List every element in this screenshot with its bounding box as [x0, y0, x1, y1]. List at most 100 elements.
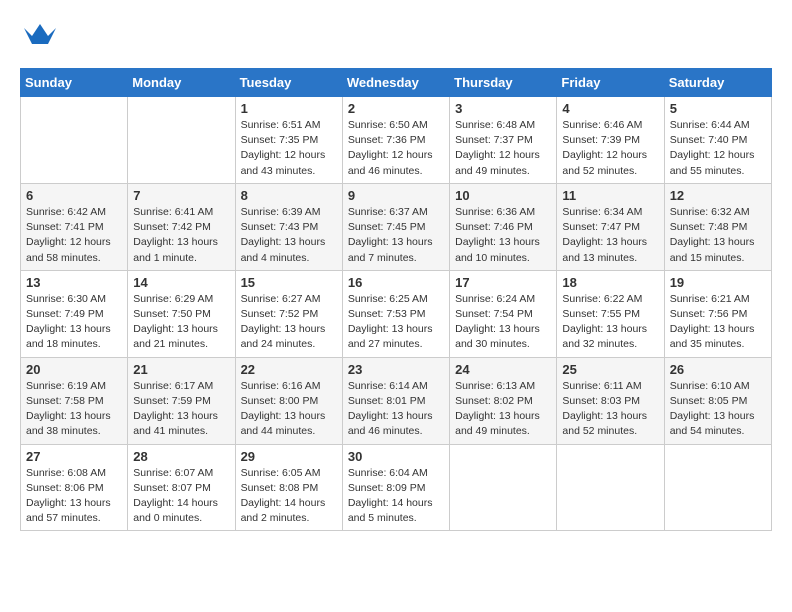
- calendar-cell: [128, 97, 235, 184]
- day-header: Thursday: [450, 69, 557, 97]
- calendar-cell: 15 Sunrise: 6:27 AMSunset: 7:52 PMDayligh…: [235, 270, 342, 357]
- day-number: 2: [348, 101, 444, 116]
- calendar-cell: 19Sunrise: 6:21 AMSunset: 7:56 PMDayligh…: [664, 270, 771, 357]
- calendar-cell: 4 Sunrise: 6:46 AMSunset: 7:39 PMDaylight…: [557, 97, 664, 184]
- day-info: Sunrise: 6:29 AMSunset: 7:50 PMDaylight:…: [133, 292, 229, 353]
- day-info: Sunrise: 6:46 AMSunset: 7:39 PMDaylight:…: [562, 118, 658, 179]
- calendar-cell: 2 Sunrise: 6:50 AMSunset: 7:36 PMDaylight…: [342, 97, 449, 184]
- calendar-cell: 5 Sunrise: 6:44 AMSunset: 7:40 PMDaylight…: [664, 97, 771, 184]
- calendar-cell: 20 Sunrise: 6:19 AMSunset: 7:58 PMDayligh…: [21, 357, 128, 444]
- day-number: 24: [455, 362, 551, 377]
- day-number: 21: [133, 362, 229, 377]
- day-info: Sunrise: 6:04 AMSunset: 8:09 PMDaylight:…: [348, 466, 444, 527]
- calendar-week-row: 20 Sunrise: 6:19 AMSunset: 7:58 PMDayligh…: [21, 357, 772, 444]
- calendar-cell: 17 Sunrise: 6:24 AMSunset: 7:54 PMDayligh…: [450, 270, 557, 357]
- day-info: Sunrise: 6:39 AMSunset: 7:43 PMDaylight:…: [241, 205, 337, 266]
- day-number: 28: [133, 449, 229, 464]
- day-number: 11: [562, 188, 658, 203]
- day-number: 10: [455, 188, 551, 203]
- calendar-header-row: SundayMondayTuesdayWednesdayThursdayFrid…: [21, 69, 772, 97]
- day-header: Wednesday: [342, 69, 449, 97]
- day-number: 1: [241, 101, 337, 116]
- day-number: 30: [348, 449, 444, 464]
- calendar-cell: 3 Sunrise: 6:48 AMSunset: 7:37 PMDaylight…: [450, 97, 557, 184]
- calendar-week-row: 27 Sunrise: 6:08 AMSunset: 8:06 PMDayligh…: [21, 444, 772, 531]
- calendar-cell: 26 Sunrise: 6:10 AMSunset: 8:05 PMDayligh…: [664, 357, 771, 444]
- day-number: 9: [348, 188, 444, 203]
- calendar-week-row: 13Sunrise: 6:30 AMSunset: 7:49 PMDayligh…: [21, 270, 772, 357]
- day-number: 3: [455, 101, 551, 116]
- calendar-cell: 28 Sunrise: 6:07 AMSunset: 8:07 PMDayligh…: [128, 444, 235, 531]
- calendar-cell: 30 Sunrise: 6:04 AMSunset: 8:09 PMDayligh…: [342, 444, 449, 531]
- day-info: Sunrise: 6:17 AMSunset: 7:59 PMDaylight:…: [133, 379, 229, 440]
- day-info: Sunrise: 6:41 AMSunset: 7:42 PMDaylight:…: [133, 205, 229, 266]
- day-info: Sunrise: 6:32 AMSunset: 7:48 PMDaylight:…: [670, 205, 766, 266]
- day-number: 25: [562, 362, 658, 377]
- calendar-cell: 18Sunrise: 6:22 AMSunset: 7:55 PMDayligh…: [557, 270, 664, 357]
- calendar-cell: 12 Sunrise: 6:32 AMSunset: 7:48 PMDayligh…: [664, 183, 771, 270]
- day-info: Sunrise: 6:50 AMSunset: 7:36 PMDaylight:…: [348, 118, 444, 179]
- day-header: Monday: [128, 69, 235, 97]
- calendar-cell: 13Sunrise: 6:30 AMSunset: 7:49 PMDayligh…: [21, 270, 128, 357]
- calendar-cell: 9 Sunrise: 6:37 AMSunset: 7:45 PMDaylight…: [342, 183, 449, 270]
- day-info: Sunrise: 6:19 AMSunset: 7:58 PMDaylight:…: [26, 379, 122, 440]
- calendar-cell: [557, 444, 664, 531]
- day-number: 16: [348, 275, 444, 290]
- day-number: 4: [562, 101, 658, 116]
- day-number: 20: [26, 362, 122, 377]
- day-number: 6: [26, 188, 122, 203]
- day-number: 12: [670, 188, 766, 203]
- day-info: Sunrise: 6:42 AMSunset: 7:41 PMDaylight:…: [26, 205, 122, 266]
- calendar-cell: [450, 444, 557, 531]
- calendar-cell: 21 Sunrise: 6:17 AMSunset: 7:59 PMDayligh…: [128, 357, 235, 444]
- logo-icon: [24, 20, 56, 52]
- day-header: Saturday: [664, 69, 771, 97]
- day-number: 27: [26, 449, 122, 464]
- calendar-week-row: 1 Sunrise: 6:51 AMSunset: 7:35 PMDaylight…: [21, 97, 772, 184]
- day-info: Sunrise: 6:10 AMSunset: 8:05 PMDaylight:…: [670, 379, 766, 440]
- day-number: 15: [241, 275, 337, 290]
- calendar-cell: 23 Sunrise: 6:14 AMSunset: 8:01 PMDayligh…: [342, 357, 449, 444]
- day-info: Sunrise: 6:34 AMSunset: 7:47 PMDaylight:…: [562, 205, 658, 266]
- day-header: Tuesday: [235, 69, 342, 97]
- day-info: Sunrise: 6:14 AMSunset: 8:01 PMDaylight:…: [348, 379, 444, 440]
- calendar-cell: 6 Sunrise: 6:42 AMSunset: 7:41 PMDaylight…: [21, 183, 128, 270]
- day-number: 5: [670, 101, 766, 116]
- day-info: Sunrise: 6:25 AMSunset: 7:53 PMDaylight:…: [348, 292, 444, 353]
- day-info: Sunrise: 6:07 AMSunset: 8:07 PMDaylight:…: [133, 466, 229, 527]
- day-info: Sunrise: 6:44 AMSunset: 7:40 PMDaylight:…: [670, 118, 766, 179]
- day-info: Sunrise: 6:48 AMSunset: 7:37 PMDaylight:…: [455, 118, 551, 179]
- calendar-table: SundayMondayTuesdayWednesdayThursdayFrid…: [20, 68, 772, 531]
- day-number: 23: [348, 362, 444, 377]
- day-info: Sunrise: 6:27 AMSunset: 7:52 PMDaylight:…: [241, 292, 337, 353]
- day-number: 17: [455, 275, 551, 290]
- calendar-cell: 27 Sunrise: 6:08 AMSunset: 8:06 PMDayligh…: [21, 444, 128, 531]
- calendar-week-row: 6 Sunrise: 6:42 AMSunset: 7:41 PMDaylight…: [21, 183, 772, 270]
- day-info: Sunrise: 6:51 AMSunset: 7:35 PMDaylight:…: [241, 118, 337, 179]
- calendar-cell: 25 Sunrise: 6:11 AMSunset: 8:03 PMDayligh…: [557, 357, 664, 444]
- day-number: 22: [241, 362, 337, 377]
- day-number: 29: [241, 449, 337, 464]
- day-info: Sunrise: 6:36 AMSunset: 7:46 PMDaylight:…: [455, 205, 551, 266]
- logo: [20, 20, 56, 52]
- day-number: 26: [670, 362, 766, 377]
- calendar-cell: [664, 444, 771, 531]
- day-info: Sunrise: 6:16 AMSunset: 8:00 PMDaylight:…: [241, 379, 337, 440]
- calendar-cell: 7 Sunrise: 6:41 AMSunset: 7:42 PMDaylight…: [128, 183, 235, 270]
- day-number: 7: [133, 188, 229, 203]
- calendar-cell: 16 Sunrise: 6:25 AMSunset: 7:53 PMDayligh…: [342, 270, 449, 357]
- day-header: Friday: [557, 69, 664, 97]
- day-info: Sunrise: 6:08 AMSunset: 8:06 PMDaylight:…: [26, 466, 122, 527]
- day-info: Sunrise: 6:05 AMSunset: 8:08 PMDaylight:…: [241, 466, 337, 527]
- calendar-cell: 24 Sunrise: 6:13 AMSunset: 8:02 PMDayligh…: [450, 357, 557, 444]
- calendar-cell: 29 Sunrise: 6:05 AMSunset: 8:08 PMDayligh…: [235, 444, 342, 531]
- calendar-cell: 22 Sunrise: 6:16 AMSunset: 8:00 PMDayligh…: [235, 357, 342, 444]
- day-info: Sunrise: 6:24 AMSunset: 7:54 PMDaylight:…: [455, 292, 551, 353]
- day-info: Sunrise: 6:22 AMSunset: 7:55 PMDaylight:…: [562, 292, 658, 353]
- day-info: Sunrise: 6:11 AMSunset: 8:03 PMDaylight:…: [562, 379, 658, 440]
- day-info: Sunrise: 6:37 AMSunset: 7:45 PMDaylight:…: [348, 205, 444, 266]
- day-info: Sunrise: 6:21 AMSunset: 7:56 PMDaylight:…: [670, 292, 766, 353]
- day-info: Sunrise: 6:13 AMSunset: 8:02 PMDaylight:…: [455, 379, 551, 440]
- calendar-cell: 11 Sunrise: 6:34 AMSunset: 7:47 PMDayligh…: [557, 183, 664, 270]
- day-number: 14: [133, 275, 229, 290]
